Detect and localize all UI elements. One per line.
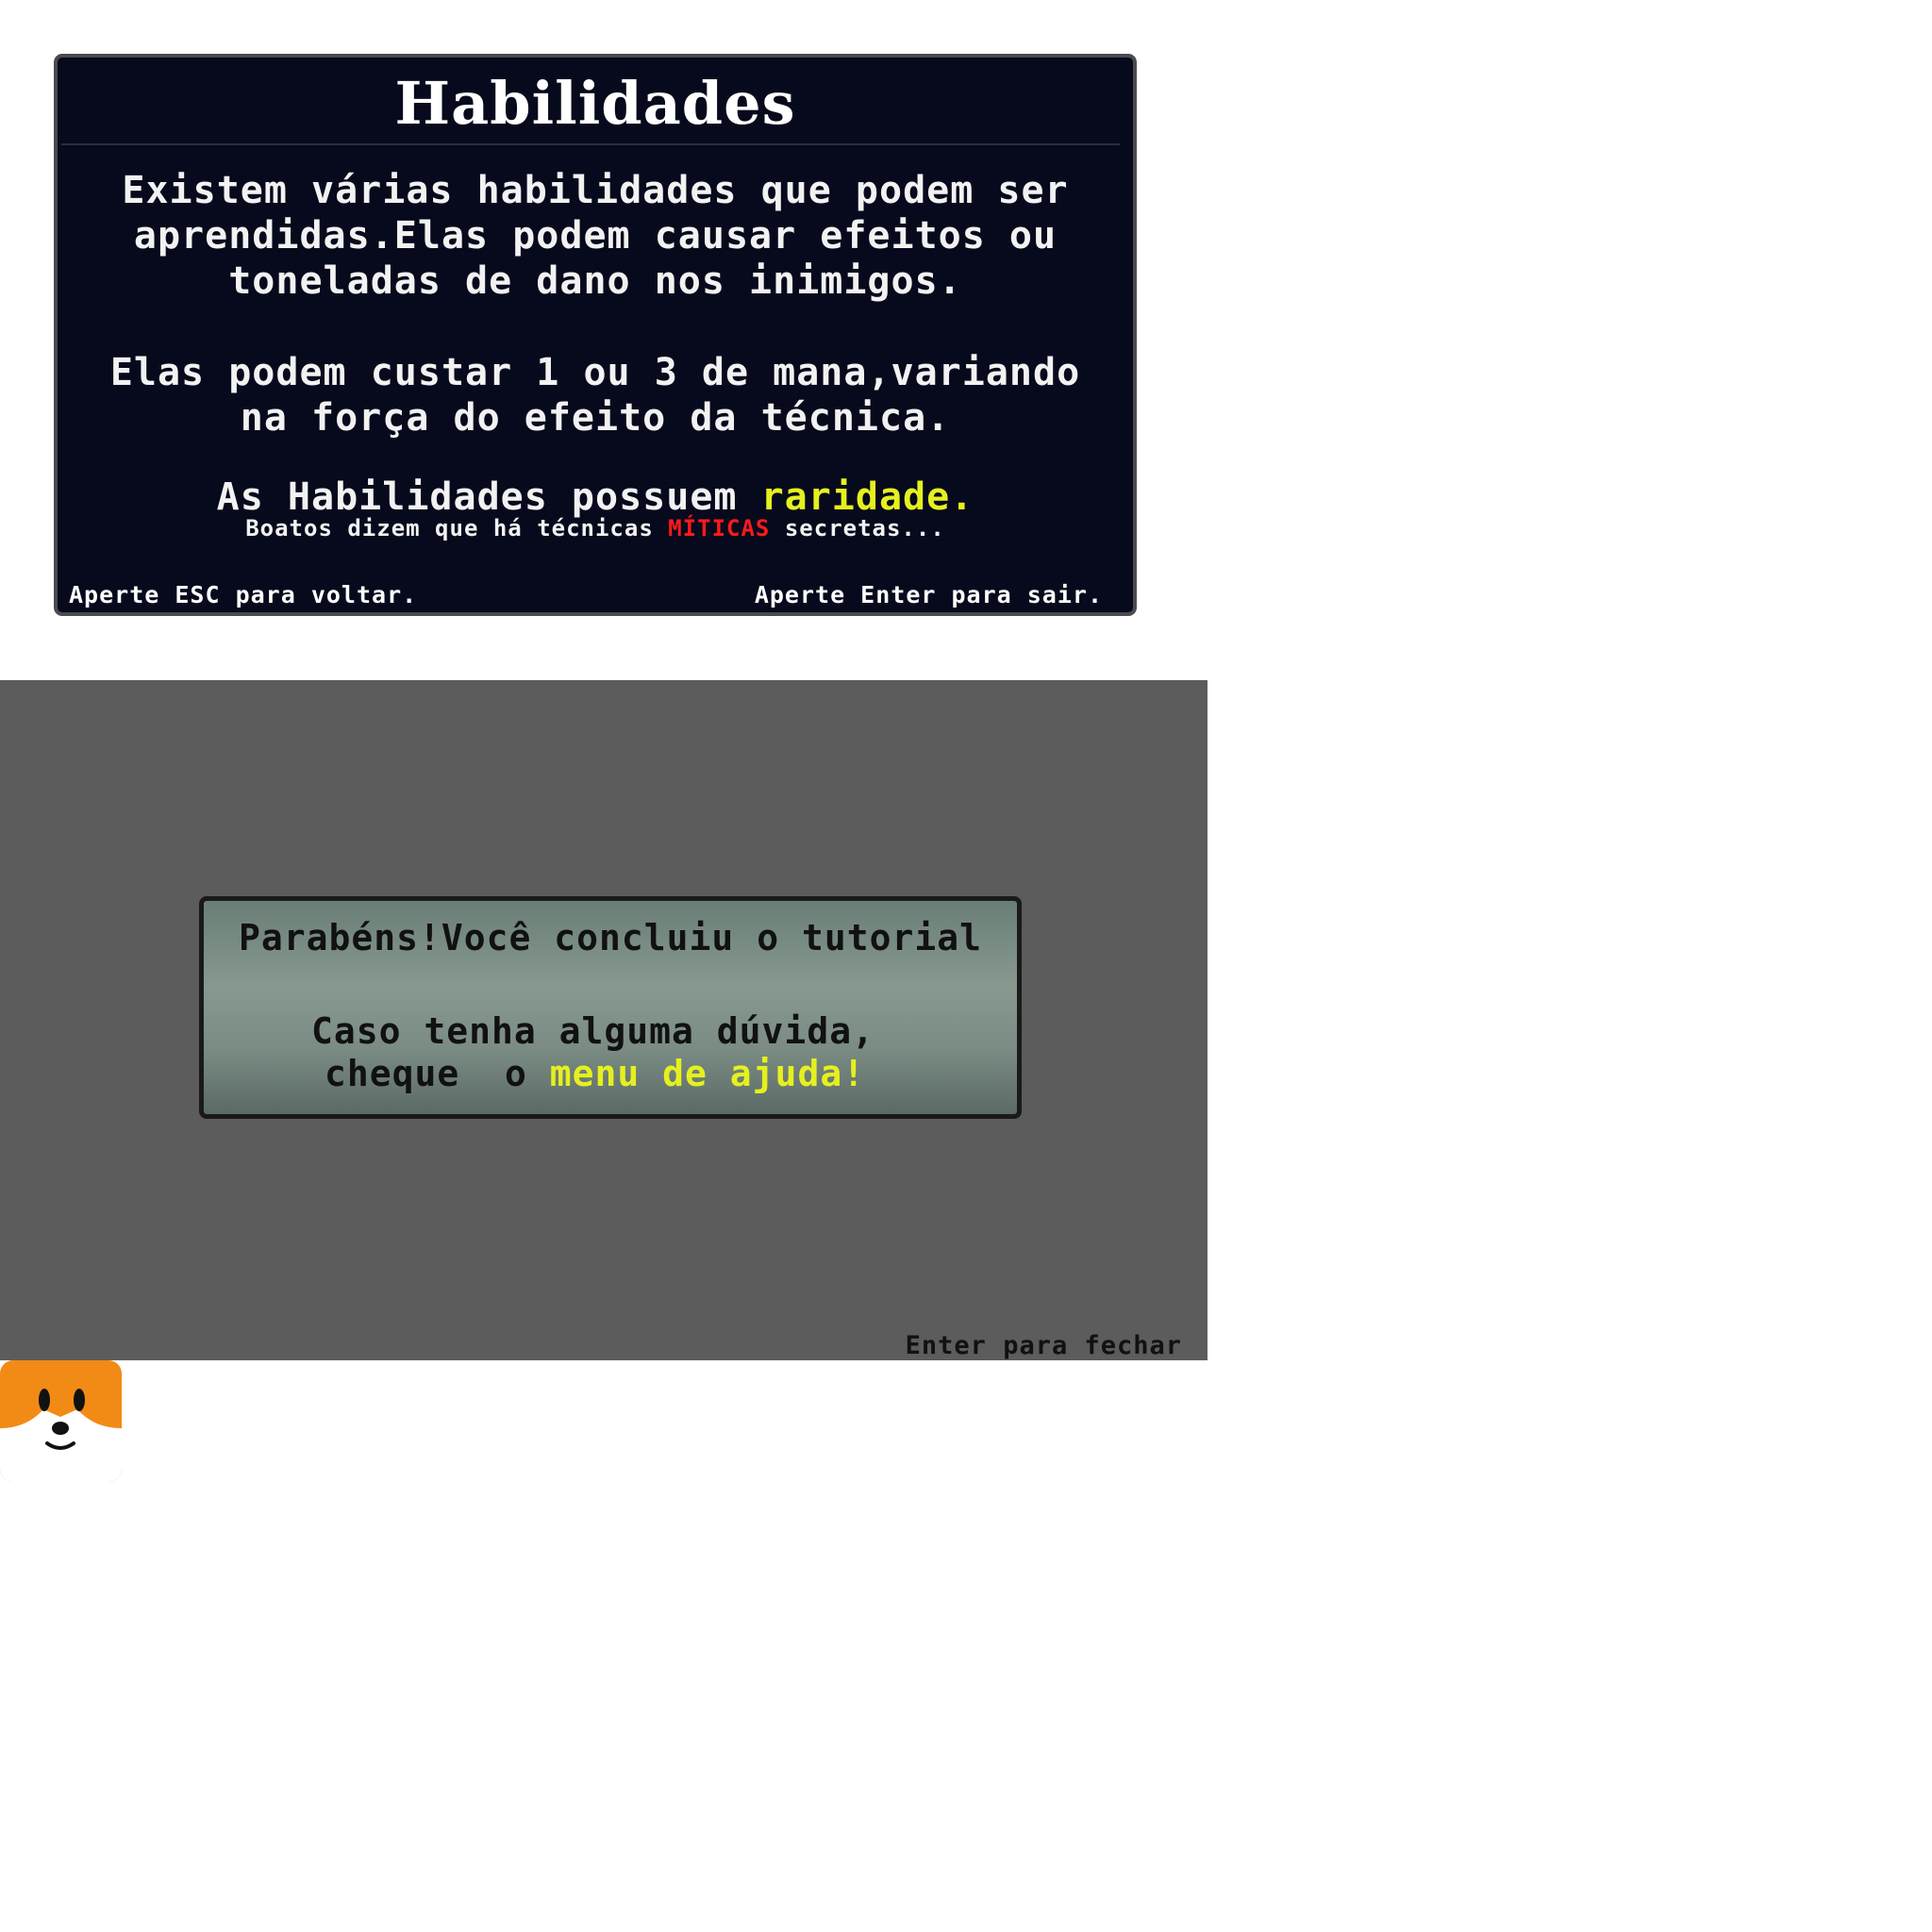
- congrats-message: Parabéns!Você concluiu o tutorial: [239, 917, 982, 958]
- help-menu-link: menu de ajuda!: [549, 1053, 866, 1094]
- rarity-prefix: As Habilidades possuem: [216, 475, 761, 519]
- close-hint: Enter para fechar: [905, 1331, 1182, 1360]
- tutorial-complete-overlay: Parabéns!Você concluiu o tutorial Caso t…: [0, 680, 1208, 1360]
- rarity-line: As Habilidades possuem raridade.: [58, 475, 1133, 520]
- check-prefix: cheque o: [325, 1053, 550, 1094]
- help-menu-message: cheque o menu de ajuda!: [325, 1053, 1017, 1094]
- mythic-highlight: MÍTICAS: [668, 515, 771, 541]
- skills-help-panel: Habilidades Existem várias habilidades q…: [54, 54, 1137, 616]
- fox-face-icon: [0, 1360, 122, 1482]
- doubt-message: Caso tenha alguma dúvida,: [311, 1010, 874, 1052]
- back-hint: Aperte ESC para voltar.: [69, 581, 418, 608]
- rumor-line: Boatos dizem que há técnicas MÍTICAS sec…: [58, 515, 1133, 541]
- skills-description-paragraph: Existem várias habilidades que podem ser…: [122, 169, 1069, 303]
- exit-hint: Aperte Enter para sair.: [754, 581, 1103, 608]
- rarity-highlight: raridade.: [760, 475, 974, 519]
- mana-cost-paragraph: Elas podem custar 1 ou 3 de mana,variand…: [109, 351, 1081, 440]
- rumor-suffix: secretas...: [770, 515, 945, 541]
- panel-title: Habilidades: [394, 69, 796, 138]
- tutorial-message-box: Parabéns!Você concluiu o tutorial Caso t…: [199, 896, 1022, 1119]
- rumor-prefix: Boatos dizem que há técnicas: [245, 515, 669, 541]
- title-divider: [61, 143, 1120, 145]
